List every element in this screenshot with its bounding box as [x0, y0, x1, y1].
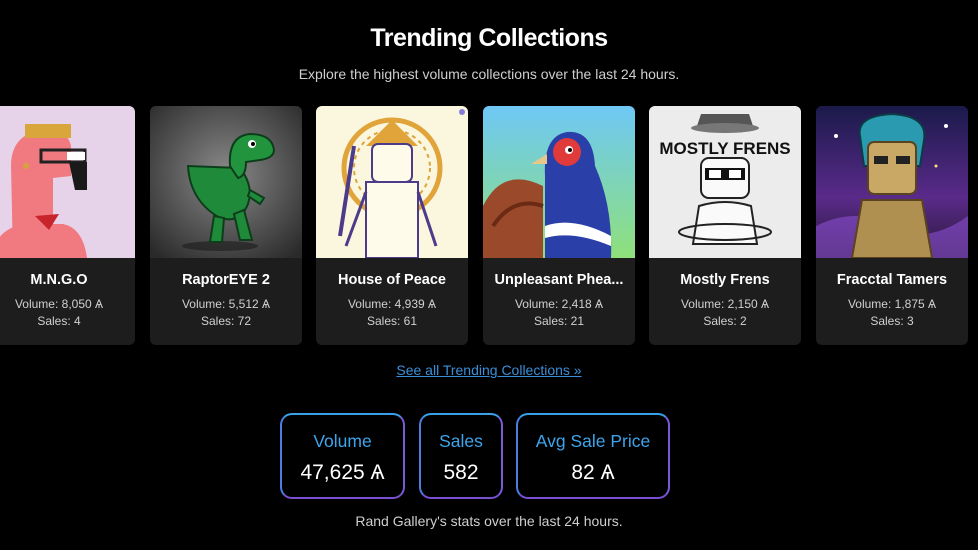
collection-volume: Volume: 2,418 Ѧ: [514, 297, 604, 311]
collection-volume: Volume: 8,050 Ѧ: [14, 297, 104, 311]
collection-name[interactable]: House of Peace: [322, 272, 462, 288]
collection-card[interactable]: M.N.G.O Volume: 8,050 Ѧ Sales: 4: [0, 106, 135, 345]
mostly-frens-logo-text: MOSTLY FRENS: [659, 139, 790, 158]
stat-label: Avg Sale Price: [535, 431, 651, 451]
see-all-trending-link[interactable]: See all Trending Collections »: [396, 362, 581, 378]
pink-flamingo-image[interactable]: [0, 106, 135, 258]
collection-volume: Volume: 2,150 Ѧ: [680, 297, 770, 311]
see-all-container: See all Trending Collections »: [0, 362, 978, 378]
stat-value: 47,625 Ѧ: [300, 461, 385, 484]
collection-card[interactable]: RaptorEYE 2 Volume: 5,512 Ѧ Sales: 72: [150, 106, 302, 345]
collection-card[interactable]: Fracctal Tamers Volume: 1,875 Ѧ Sales: 3: [816, 106, 968, 345]
stat-label: Sales: [439, 431, 483, 451]
collection-volume: Volume: 5,512 Ѧ: [181, 297, 271, 311]
mostly-frens-image[interactable]: MOSTLY FRENS: [649, 106, 801, 258]
stat-card-avg-sale-price: Avg Sale Price 82 Ѧ: [516, 413, 670, 499]
page-subtitle: Explore the highest volume collections o…: [298, 66, 680, 82]
collection-volume: Volume: 4,939 Ѧ: [347, 297, 437, 311]
collection-name[interactable]: Fracctal Tamers: [822, 272, 962, 288]
fractal-tamer-image[interactable]: [816, 106, 968, 258]
pheasant-image[interactable]: [483, 106, 635, 258]
collection-card[interactable]: House of Peace Volume: 4,939 Ѧ Sales: 61: [316, 106, 468, 345]
collection-name[interactable]: Mostly Frens: [655, 272, 795, 288]
stat-label: Volume: [313, 431, 372, 451]
stat-card-volume: Volume 47,625 Ѧ: [280, 413, 405, 499]
stat-card-sales: Sales 582: [419, 413, 503, 499]
collection-sales: Sales: 4: [37, 314, 81, 328]
collection-card[interactable]: MOSTLY FRENS Mostly Frens Volume: 2,150 …: [649, 106, 801, 345]
collection-sales: Sales: 61: [366, 314, 418, 328]
collection-card[interactable]: Unpleasant Phea... Volume: 2,418 Ѧ Sales…: [483, 106, 635, 345]
collection-sales: Sales: 2: [703, 314, 747, 328]
collection-sales: Sales: 3: [870, 314, 914, 328]
collection-volume: Volume: 1,875 Ѧ: [847, 297, 937, 311]
stat-value: 82 Ѧ: [571, 461, 615, 484]
collection-sales: Sales: 21: [533, 314, 585, 328]
samurai-image[interactable]: [316, 106, 468, 258]
collection-name[interactable]: RaptorEYE 2: [156, 272, 296, 288]
green-raptor-image[interactable]: [150, 106, 302, 258]
stat-value: 582: [443, 461, 479, 484]
collection-name[interactable]: Unpleasant Phea...: [489, 272, 629, 288]
page-title: Trending Collections: [370, 24, 608, 52]
collection-name[interactable]: M.N.G.O: [0, 272, 129, 288]
collection-sales: Sales: 72: [200, 314, 252, 328]
stats-caption: Rand Gallery's stats over the last 24 ho…: [355, 513, 623, 529]
